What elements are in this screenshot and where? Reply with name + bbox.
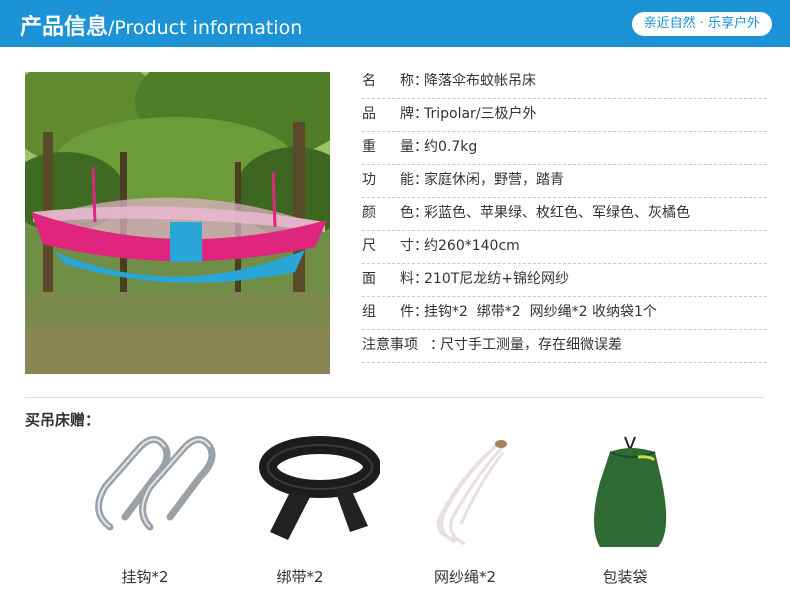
hammock-photo: [25, 72, 330, 374]
hammock-image: [25, 72, 330, 374]
spec-value: 降落伞布蚊帐吊床: [424, 73, 536, 89]
spec-row-weight: 重量：约0.7kg: [362, 132, 767, 165]
section-divider: [25, 397, 765, 398]
spec-value: 彩蓝色、苹果绿、枚红色、军绿色、灰橘色: [424, 205, 690, 221]
gift-label-bag: 包装袋: [602, 568, 648, 586]
spec-label: 颜色: [362, 205, 414, 221]
spec-value: 约0.7kg: [424, 139, 478, 155]
gift-item-strap: [240, 432, 390, 582]
spec-label: 品牌: [362, 106, 414, 122]
page-title-en: /Product information: [108, 17, 303, 39]
spec-value: 210T尼龙纺+锦纶网纱: [424, 271, 570, 287]
gift-item-carabiner: [75, 432, 225, 582]
spec-value: 尺寸手工测量，存在细微误差: [440, 337, 622, 353]
spec-label: 面料: [362, 271, 414, 287]
spec-value: 挂钩*2 绑带*2 网纱绳*2 收纳袋1个: [424, 304, 657, 320]
gift-section-title: 买吊床赠：: [25, 411, 101, 429]
spec-row-parts: 组件：挂钩*2 绑带*2 网纱绳*2 收纳袋1个: [362, 297, 767, 330]
carabiner-icon: [95, 436, 216, 531]
spec-table: 名称：降落伞布蚊帐吊床 品牌：Tripolar/三极户外 重量：约0.7kg 功…: [362, 66, 767, 363]
spec-label: 重量: [362, 139, 414, 155]
spec-row-color: 颜色：彩蓝色、苹果绿、枚红色、军绿色、灰橘色: [362, 198, 767, 231]
spec-row-size: 尺寸：约260*140cm: [362, 231, 767, 264]
slogan-badge: 亲近自然 · 乐享户外: [631, 12, 772, 36]
spec-row-notice: 注意事项 ：尺寸手工测量，存在细微误差: [362, 330, 767, 363]
spec-value: 家庭休闲，野营，踏青: [424, 172, 564, 188]
page-title-cn: 产品信息: [20, 15, 109, 40]
gift-label-strap: 绑带*2: [276, 568, 324, 586]
gift-label-rope: 网纱绳*2: [433, 568, 497, 586]
bag-icon: [594, 436, 667, 547]
spec-row-name: 名称：降落伞布蚊帐吊床: [362, 66, 767, 99]
spec-label: 名称: [362, 73, 414, 89]
spec-label: 功能: [362, 172, 414, 188]
header-banner: 产品信息/Product information 亲近自然 · 乐享户外: [0, 0, 790, 47]
spec-label: 注意事项: [362, 337, 418, 353]
rope-icon: [435, 440, 507, 546]
spec-label: 尺寸: [362, 238, 414, 254]
spec-value: 约260*140cm: [424, 238, 520, 254]
gift-item-bag: [555, 432, 705, 582]
strap-icon: [259, 436, 380, 540]
gift-item-rope: [390, 432, 540, 582]
gift-label-carabiner: 挂钩*2: [121, 568, 169, 586]
spec-row-fabric: 面料：210T尼龙纺+锦纶网纱: [362, 264, 767, 297]
page-title: 产品信息/Product information: [20, 9, 302, 41]
spec-value: Tripolar/三极户外: [424, 106, 537, 122]
spec-row-function: 功能：家庭休闲，野营，踏青: [362, 165, 767, 198]
spec-row-brand: 品牌：Tripolar/三极户外: [362, 99, 767, 132]
spec-label: 组件: [362, 304, 414, 320]
